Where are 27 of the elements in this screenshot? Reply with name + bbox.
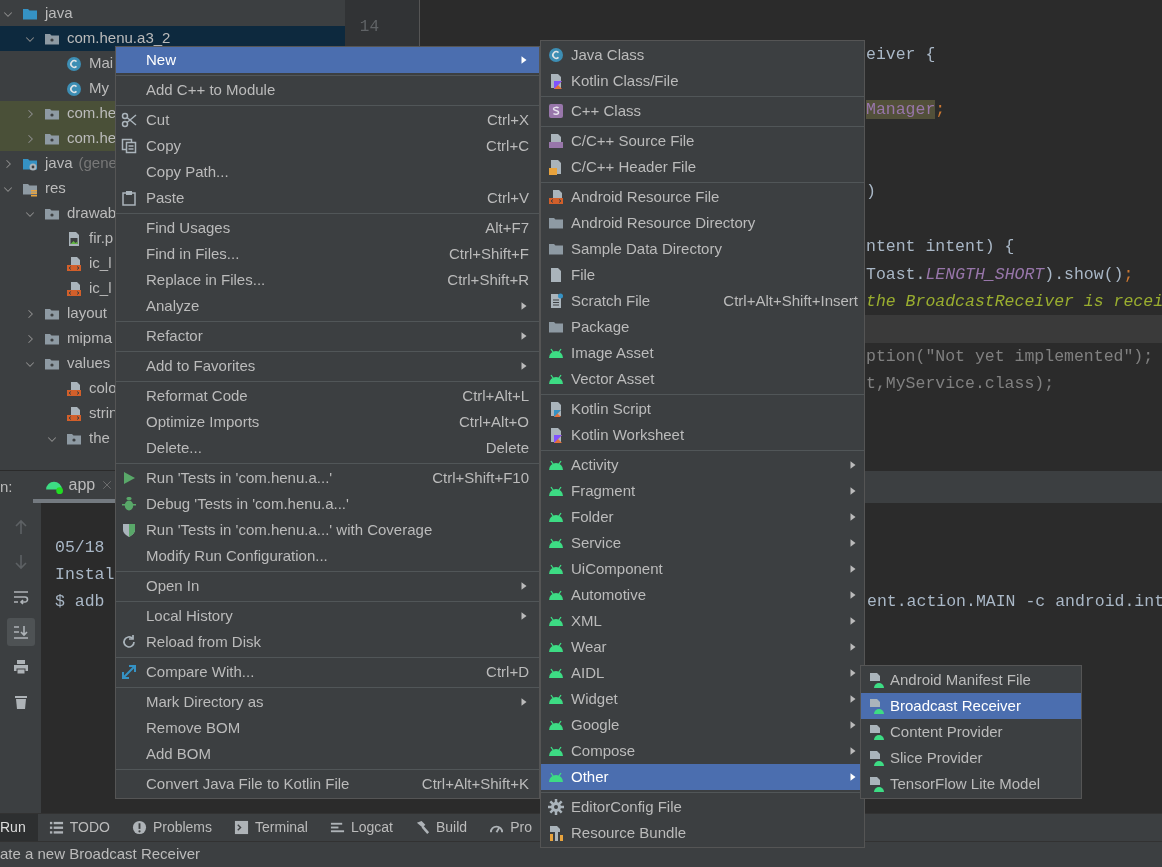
- code-line: ption("Not yet implemented");: [866, 345, 1154, 368]
- console-line: ent.action.MAIN -c android.int: [867, 591, 1162, 613]
- shortcut-label: Alt+F7: [484, 217, 529, 238]
- code-line: eiver {: [866, 44, 936, 67]
- shortcut-label: Delete: [484, 437, 529, 458]
- console-line: $ adb: [55, 592, 105, 611]
- code-line: Toast.LENGTH_SHORT).show();: [866, 263, 1134, 286]
- shortcut-label: Ctrl+Alt+L: [461, 385, 529, 406]
- shortcut-label: Ctrl+V: [485, 187, 529, 208]
- shortcut-label: Ctrl+Alt+Shift+Insert: [722, 290, 858, 311]
- status-text: ate a new Broadcast Receiver: [0, 844, 201, 865]
- console-line: Instal: [55, 565, 115, 584]
- panel-title: n:: [0, 476, 13, 497]
- console-line: 05/18: [55, 538, 105, 557]
- code-line: ): [866, 181, 876, 204]
- shortcut-label: Ctrl+Alt+Shift+K: [420, 773, 529, 794]
- shortcut-label: Ctrl+C: [485, 135, 529, 156]
- shortcut-label: Ctrl+D: [485, 661, 529, 682]
- tree-item-note: (gene: [78, 153, 117, 174]
- code-line: t,MyService.class);: [866, 373, 1055, 396]
- code-line: ntent intent) {: [866, 236, 1015, 259]
- shortcut-label: Ctrl+X: [485, 109, 529, 130]
- shortcut-label: Ctrl+Shift+R: [446, 269, 529, 290]
- shortcut-label: Ctrl+Shift+F10: [431, 467, 529, 488]
- code-line: the BroadcastReceiver is recei: [866, 290, 1162, 313]
- shortcut-label: Ctrl+Alt+O: [457, 411, 529, 432]
- shortcut-label: Ctrl+Shift+F: [447, 243, 529, 264]
